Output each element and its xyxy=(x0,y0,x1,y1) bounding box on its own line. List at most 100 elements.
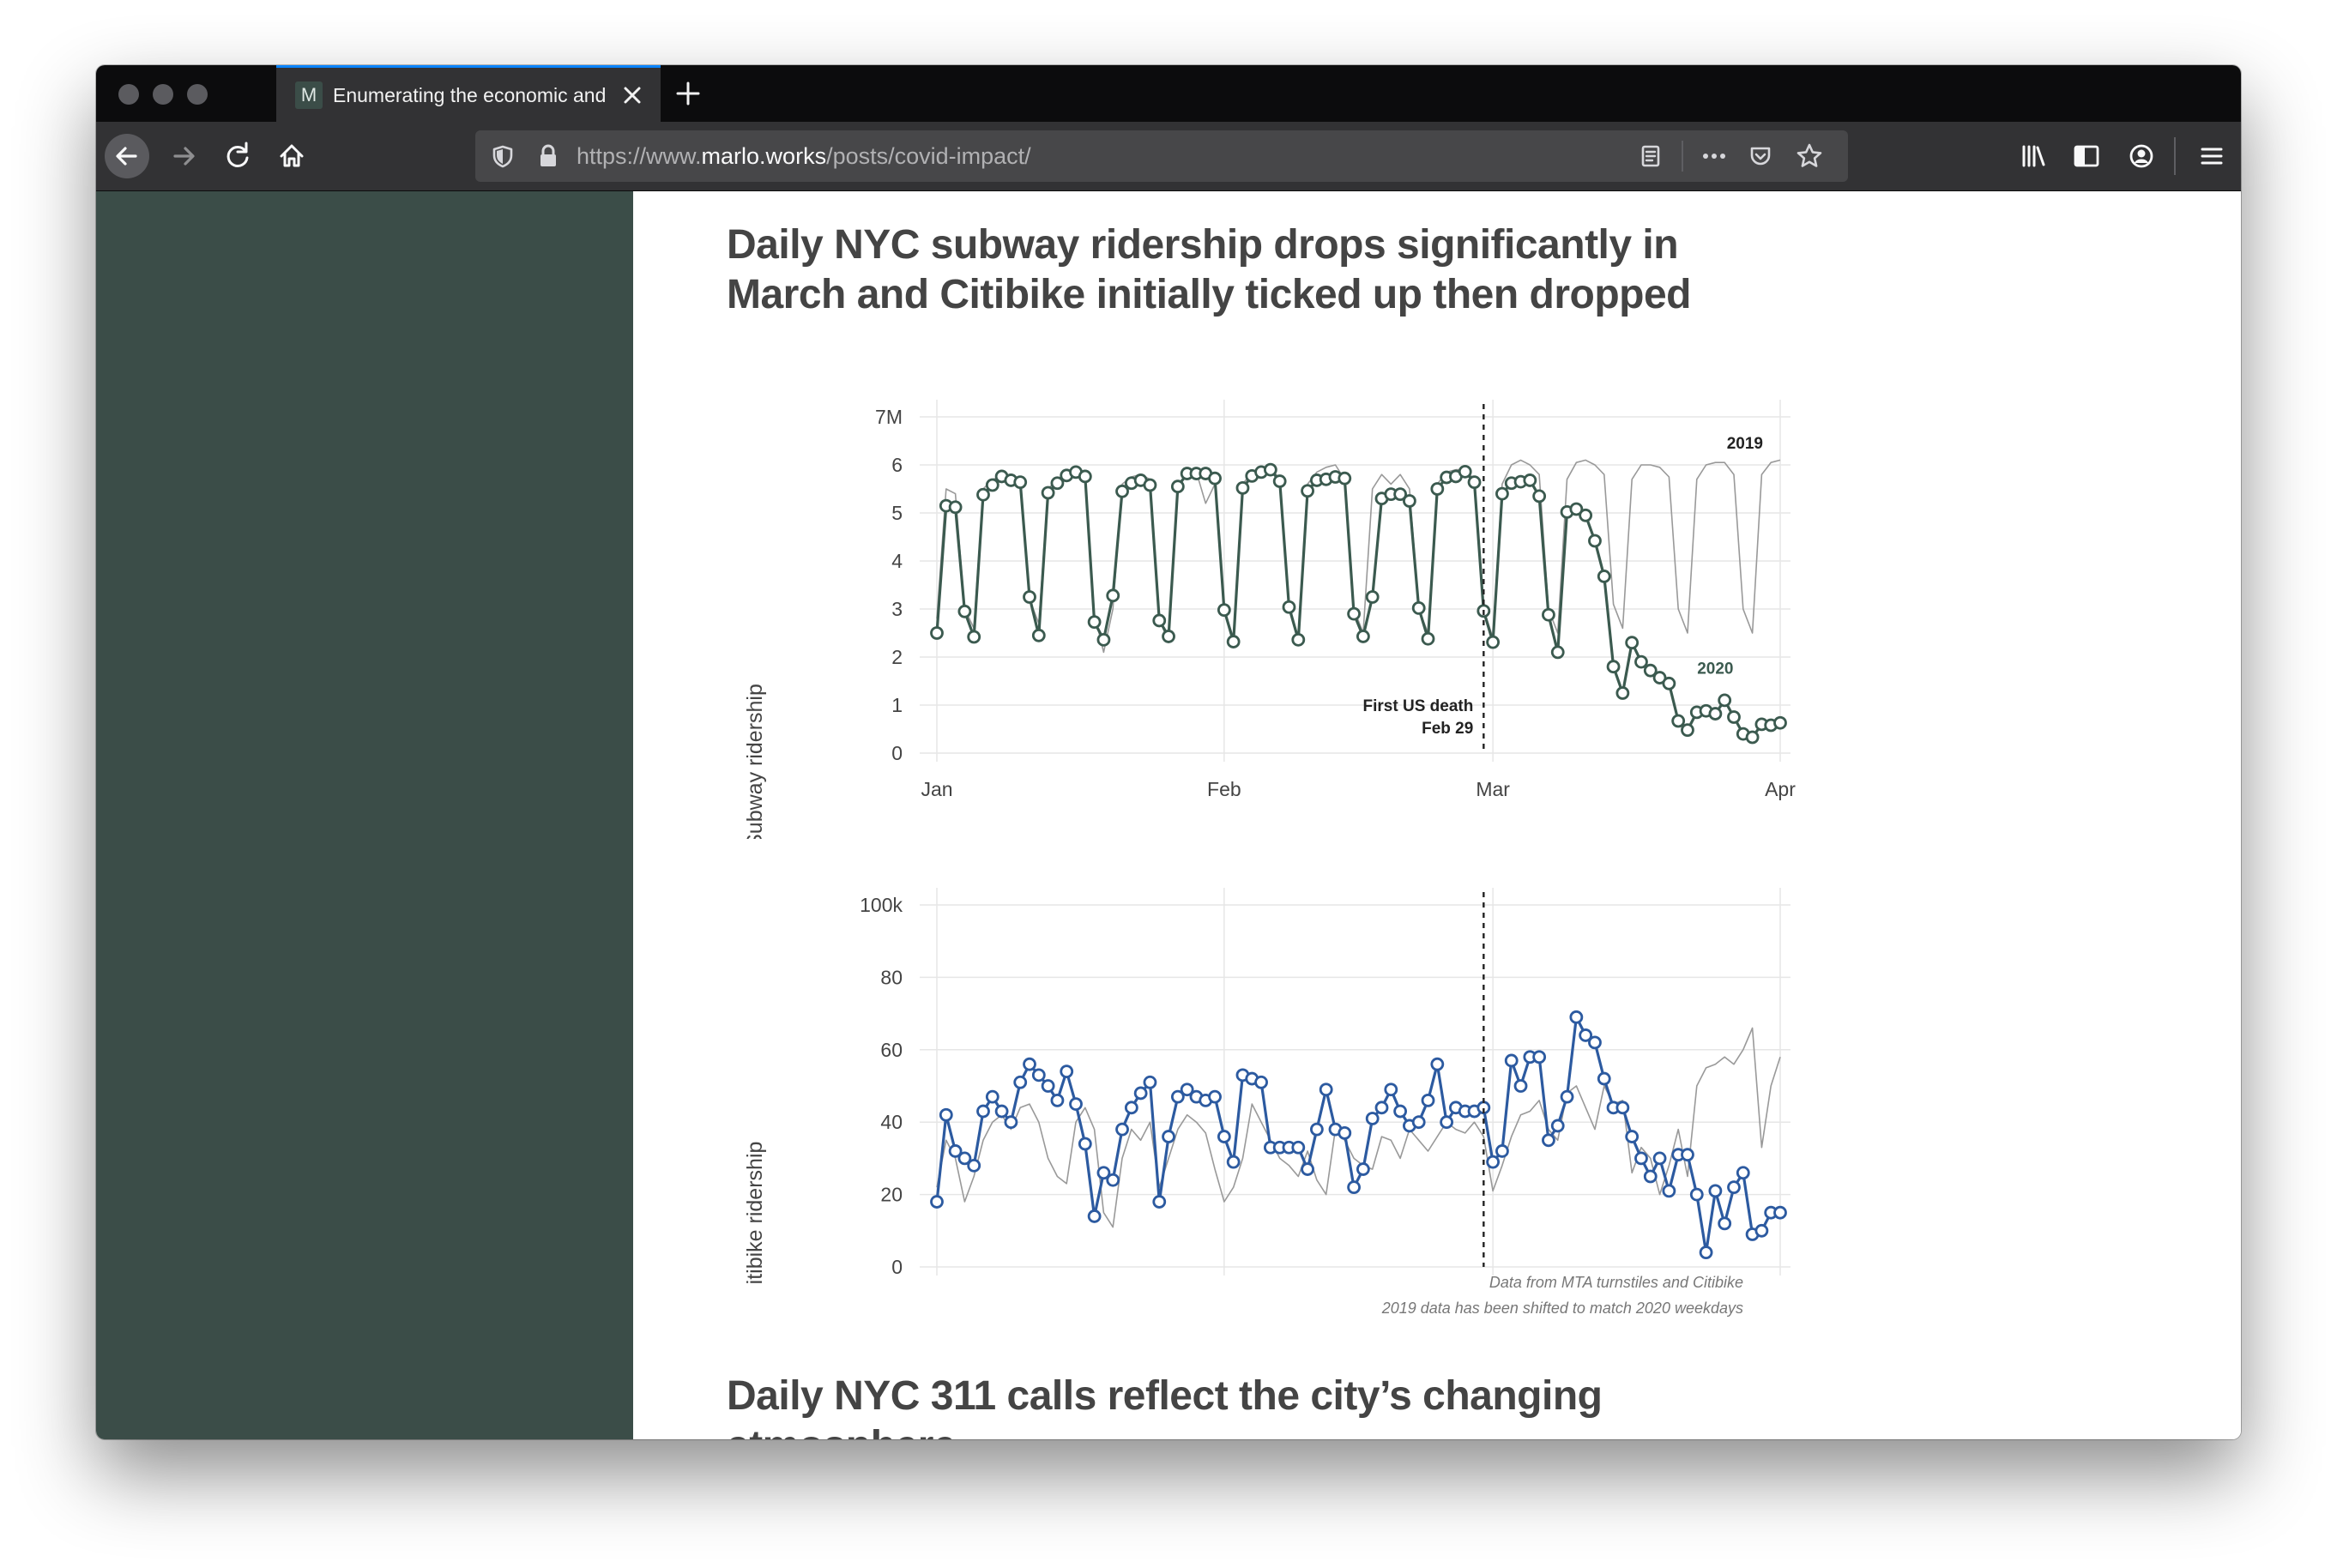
data-point xyxy=(1106,1173,1120,1187)
data-point xyxy=(1023,590,1036,604)
data-point xyxy=(1041,1079,1055,1093)
data-point xyxy=(1374,1101,1389,1115)
data-point xyxy=(1217,1130,1231,1143)
data-point xyxy=(1708,707,1723,721)
reader-view-icon[interactable] xyxy=(1635,141,1666,172)
data-point xyxy=(1430,482,1445,496)
back-button[interactable] xyxy=(105,134,149,178)
citibike-y-tick-labels: 0 20 40 60 80 100k xyxy=(860,894,903,1278)
lock-icon[interactable] xyxy=(534,141,563,172)
data-point xyxy=(1050,1093,1065,1107)
minimize-window-icon[interactable] xyxy=(153,84,173,105)
data-point xyxy=(1031,1068,1046,1083)
data-point xyxy=(1226,1155,1241,1169)
tab-bar: M Enumerating the economic and xyxy=(96,65,2241,122)
data-point xyxy=(939,1107,953,1122)
data-point xyxy=(1486,1155,1501,1169)
subway-gridlines xyxy=(920,400,1790,762)
data-point xyxy=(1282,600,1296,614)
data-point xyxy=(1625,1130,1640,1143)
data-point xyxy=(1495,486,1509,501)
browser-tab[interactable]: M Enumerating the economic and xyxy=(276,65,661,122)
data-point xyxy=(1421,1093,1435,1107)
toolbar-divider xyxy=(2174,137,2176,175)
data-point xyxy=(1254,1075,1268,1089)
data-point xyxy=(1588,1035,1602,1050)
url-text[interactable]: https://www.marlo.works/posts/covid-impa… xyxy=(577,130,1031,182)
data-point xyxy=(1718,1216,1732,1231)
page-actions-menu-icon[interactable] xyxy=(1697,141,1731,172)
data-point xyxy=(967,630,981,644)
subway-data-points xyxy=(930,462,1787,745)
data-point xyxy=(1569,1010,1584,1024)
data-point xyxy=(1133,1086,1148,1101)
data-point xyxy=(1542,1133,1555,1148)
y-tick-label: 0 xyxy=(891,1256,903,1278)
data-point xyxy=(1162,1130,1175,1143)
data-point xyxy=(1170,479,1185,494)
data-point xyxy=(1208,471,1222,485)
y-tick-label: 1 xyxy=(891,694,903,716)
data-point xyxy=(957,604,972,618)
data-point xyxy=(1393,1104,1408,1119)
data-point xyxy=(1671,714,1686,728)
sidebar-toggle-icon[interactable] xyxy=(2064,134,2109,178)
library-icon[interactable] xyxy=(2011,134,2056,178)
data-point xyxy=(1411,600,1426,615)
chart-shift-note-caption: 2019 data has been shifted to match 2020… xyxy=(1381,1300,1743,1317)
data-point xyxy=(1681,1148,1694,1162)
data-point xyxy=(1338,1125,1352,1140)
data-point xyxy=(1143,1075,1157,1089)
forward-arrow-icon[interactable] xyxy=(161,134,206,178)
data-point xyxy=(1773,715,1787,730)
data-point xyxy=(1440,1115,1454,1130)
data-point xyxy=(1384,1083,1398,1097)
data-point xyxy=(985,1089,999,1104)
data-point xyxy=(1124,1101,1138,1115)
close-tab-icon[interactable] xyxy=(616,79,649,112)
data-point xyxy=(1004,1115,1018,1130)
tab-title: Enumerating the economic and xyxy=(333,84,607,106)
data-point xyxy=(1096,632,1111,647)
data-point xyxy=(1458,464,1472,479)
data-point xyxy=(1301,1162,1314,1176)
data-point xyxy=(1727,710,1741,724)
pocket-icon[interactable] xyxy=(1745,141,1776,172)
data-point xyxy=(1143,478,1157,492)
data-point xyxy=(1662,1184,1676,1198)
navigation-toolbar: https://www.marlo.works/posts/covid-impa… xyxy=(96,122,2241,191)
tracking-protection-shield-icon[interactable] xyxy=(487,141,518,172)
new-tab-icon[interactable] xyxy=(671,76,705,111)
hamburger-menu-icon[interactable] xyxy=(2189,134,2234,178)
y-tick-label: 3 xyxy=(891,598,903,620)
data-point xyxy=(1634,654,1648,669)
url-prefix: https://www. xyxy=(577,143,702,169)
data-point xyxy=(1615,686,1630,700)
data-point xyxy=(1365,1112,1380,1125)
data-point xyxy=(1263,462,1277,477)
data-point xyxy=(976,487,990,502)
url-domain: marlo.works xyxy=(701,143,827,169)
bookmark-star-icon[interactable] xyxy=(1793,140,1826,172)
data-point xyxy=(976,1104,990,1119)
close-window-icon[interactable] xyxy=(118,84,139,105)
data-point xyxy=(1347,606,1361,621)
data-point xyxy=(1291,632,1306,647)
subway-x-tick-labels: Jan Feb Mar Apr xyxy=(921,778,1796,800)
reload-icon[interactable] xyxy=(216,134,261,178)
data-point xyxy=(1579,508,1593,522)
address-bar[interactable]: https://www.marlo.works/posts/covid-impa… xyxy=(475,130,1848,182)
data-point xyxy=(1013,1075,1028,1089)
y-tick-label: 4 xyxy=(891,550,903,572)
account-icon[interactable] xyxy=(2119,134,2164,178)
data-point xyxy=(1115,484,1129,498)
data-point xyxy=(1226,635,1241,648)
data-point xyxy=(1087,615,1102,630)
data-point xyxy=(1597,1071,1611,1086)
data-point xyxy=(1356,1162,1370,1176)
home-icon[interactable] xyxy=(269,134,314,178)
data-point xyxy=(1078,1137,1092,1151)
data-point xyxy=(1365,590,1380,604)
data-point xyxy=(1078,469,1092,484)
maximize-window-icon[interactable] xyxy=(187,84,208,105)
